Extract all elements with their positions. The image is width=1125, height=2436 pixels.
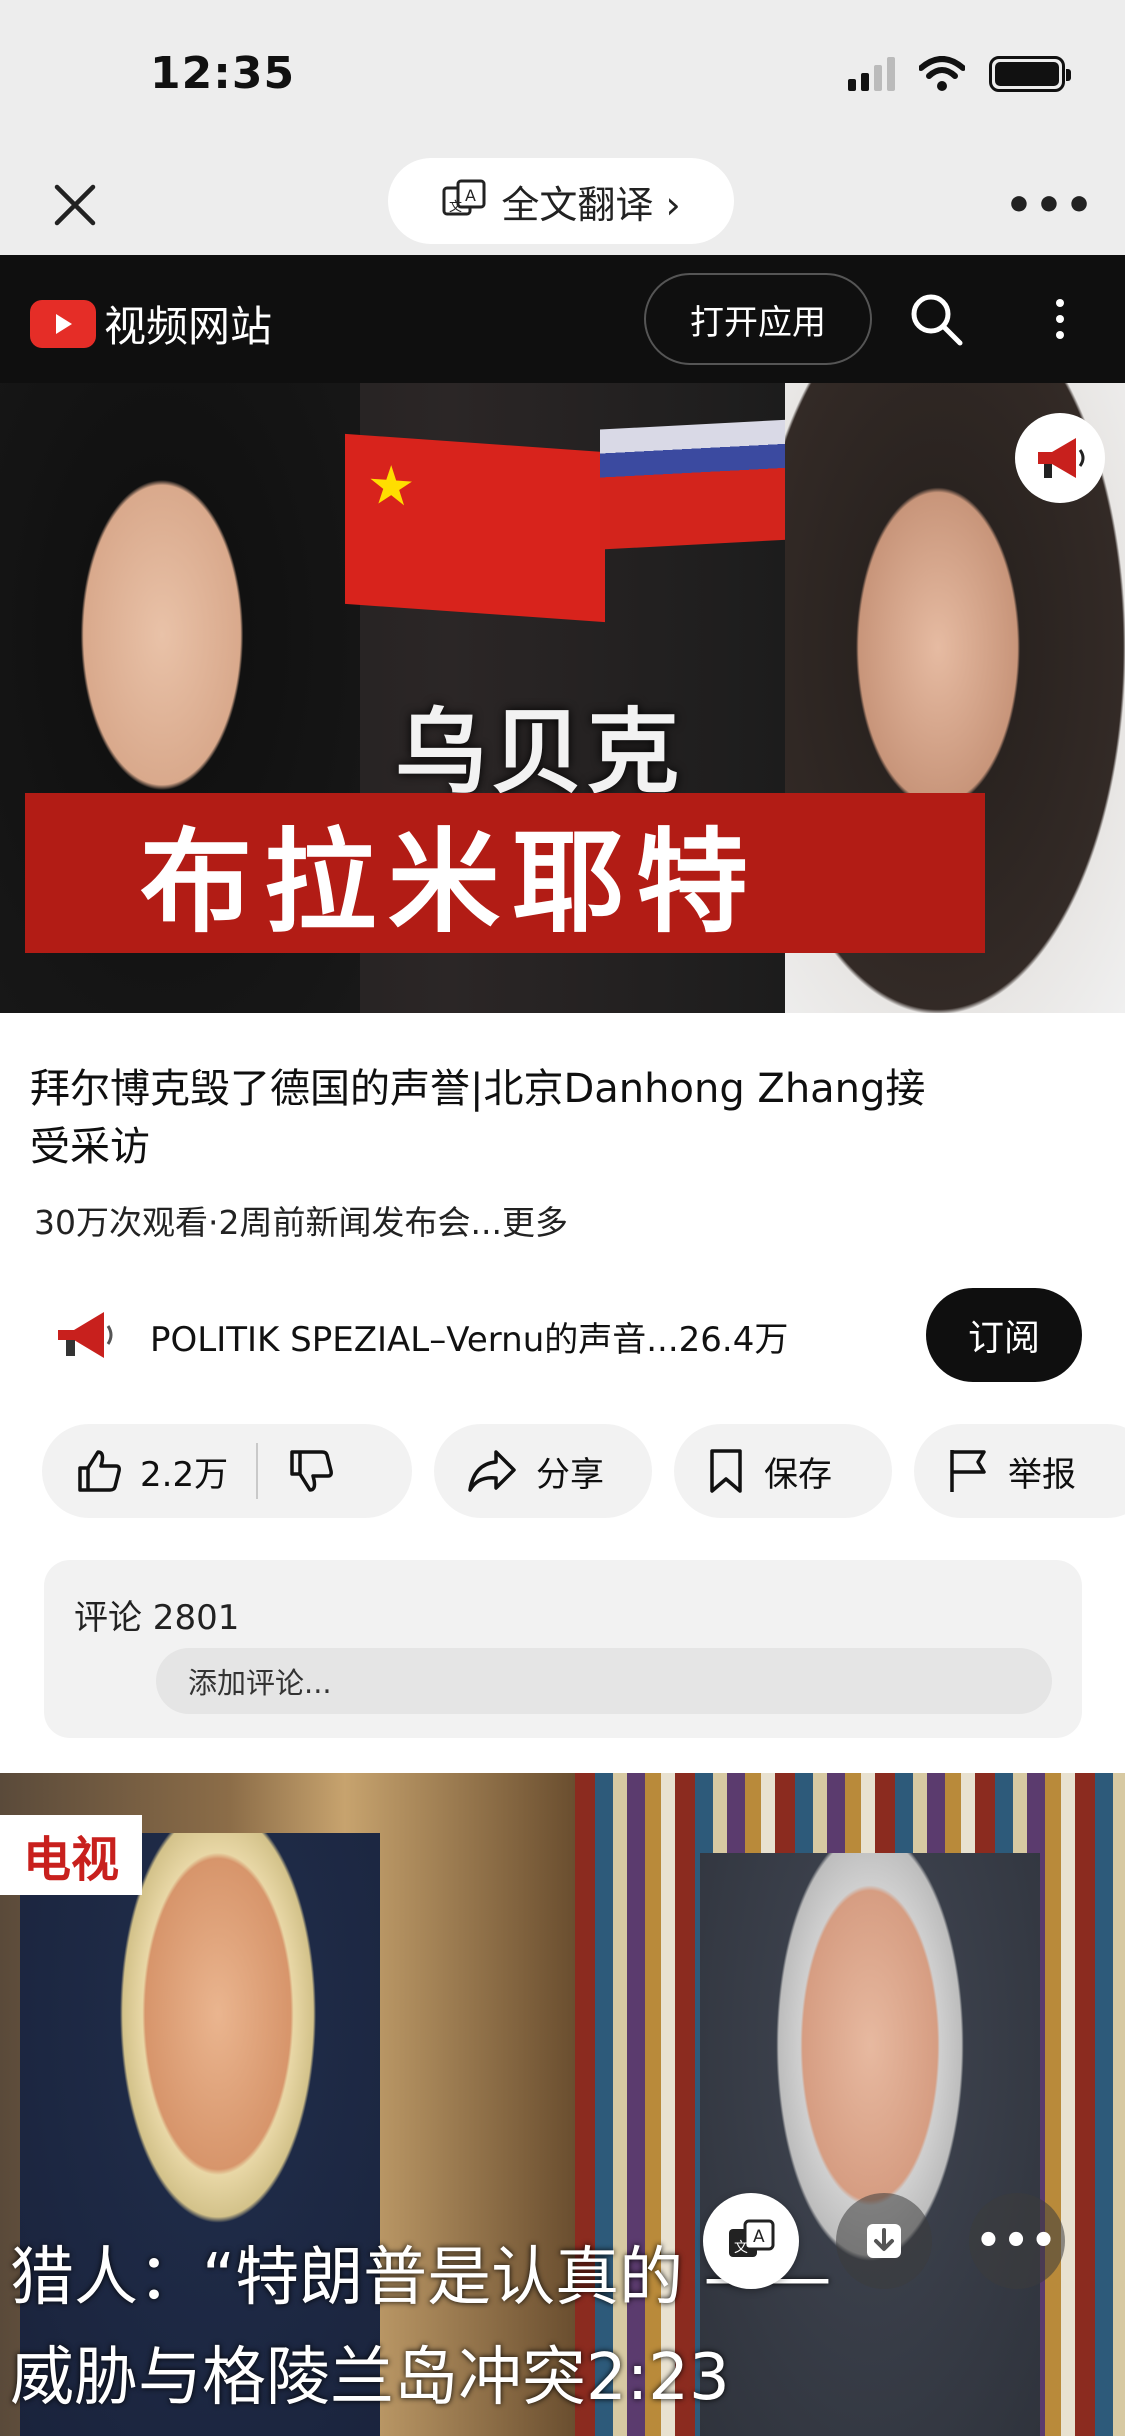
thumbnail-banner: 布拉米耶特	[25, 793, 985, 953]
thumbs-down-icon	[290, 1450, 334, 1492]
subscribe-button[interactable]: 订阅	[926, 1288, 1082, 1382]
next-video-thumbnail[interactable]: 电视 猎人：“特朗普是认真的 —— 威胁与格陵兰岛冲突2:23	[0, 1773, 1125, 2436]
site-logo[interactable]: 视频网站	[30, 293, 272, 354]
video-meta[interactable]: 30万次观看·2周前新闻发布会...更多	[34, 1196, 568, 1244]
video-thumbnail[interactable]: ★ 乌贝克 布拉米耶特	[0, 383, 1125, 1013]
status-bar: 12:35	[0, 0, 1125, 150]
video-site-header: 视频网站 打开应用	[0, 255, 1125, 383]
play-logo-icon	[30, 299, 96, 348]
open-app-button[interactable]: 打开应用	[644, 273, 872, 365]
svg-text:文: 文	[734, 2240, 748, 2256]
floating-more-button[interactable]: •••	[969, 2193, 1065, 2289]
like-divider	[256, 1443, 259, 1499]
video-actions: 2.2万 分享 保存 举报	[42, 1424, 1125, 1518]
status-icons	[848, 56, 1071, 92]
save-label: 保存	[764, 1454, 832, 1495]
svg-text:文: 文	[449, 200, 462, 215]
battery-icon	[989, 56, 1071, 92]
translate-label: 全文翻译 ›	[501, 182, 681, 227]
caption-line-2: 威胁与格陵兰岛冲突2:23	[10, 2341, 730, 2415]
close-button[interactable]	[40, 170, 110, 240]
search-icon[interactable]	[906, 289, 966, 349]
like-count[interactable]: 2.2万	[140, 1447, 228, 1496]
browser-toolbar: A 文 全文翻译 › •••	[0, 150, 1125, 255]
bookmark-icon	[710, 1449, 742, 1493]
tv-badge: 电视	[0, 1815, 142, 1895]
next-video-caption: 猎人：“特朗普是认真的 —— 威胁与格陵兰岛冲突2:23	[10, 2228, 1115, 2428]
download-icon	[867, 2224, 901, 2258]
translate-icon: A 文	[729, 2219, 775, 2257]
comments-count: 评论 2801	[74, 1598, 240, 1638]
channel-name[interactable]: POLITIK SPEZIAL–Vernu的声音...26.4万	[150, 1312, 788, 1361]
share-label: 分享	[536, 1454, 604, 1495]
video-title[interactable]: 拜尔博克毁了德国的声誉|北京Danhong Zhang接受采访	[30, 1060, 930, 1176]
share-icon	[468, 1450, 516, 1492]
more-options-button[interactable]: •••	[1005, 170, 1093, 240]
floating-translate-button[interactable]: A 文	[703, 2193, 799, 2289]
cellular-signal-icon	[848, 57, 895, 91]
svg-text:A: A	[465, 186, 476, 205]
floating-download-button[interactable]	[836, 2193, 932, 2289]
report-label: 举报	[1008, 1454, 1076, 1495]
flag-icon	[950, 1450, 986, 1492]
thumbs-up-icon	[78, 1450, 121, 1492]
megaphone-icon	[1015, 413, 1105, 503]
wifi-icon	[919, 56, 965, 91]
site-name: 视频网站	[104, 302, 273, 351]
svg-text:A: A	[753, 2227, 765, 2247]
share-button[interactable]: 分享	[434, 1424, 652, 1518]
add-comment-input[interactable]: 添加评论...	[156, 1648, 1052, 1714]
close-icon	[54, 184, 96, 226]
china-flag-image: ★	[345, 433, 605, 623]
like-dislike-group: 2.2万	[42, 1424, 412, 1518]
channel-avatar-icon[interactable]	[50, 1300, 120, 1370]
comments-panel[interactable]: 评论 2801 添加评论...	[44, 1560, 1082, 1738]
thumbnail-banner-text: 布拉米耶特	[140, 818, 760, 948]
status-time: 12:35	[150, 48, 296, 99]
save-button[interactable]: 保存	[674, 1424, 892, 1518]
full-text-translate-button[interactable]: A 文 全文翻译 ›	[388, 158, 734, 244]
report-button[interactable]: 举报	[914, 1424, 1125, 1518]
kebab-menu-icon[interactable]	[1040, 289, 1080, 349]
caption-line-1: 猎人：“特朗普是认真的 ——	[10, 2241, 832, 2315]
like-button[interactable]	[74, 1446, 124, 1496]
translate-icon: A 文	[442, 179, 486, 216]
dislike-button[interactable]	[286, 1446, 336, 1496]
